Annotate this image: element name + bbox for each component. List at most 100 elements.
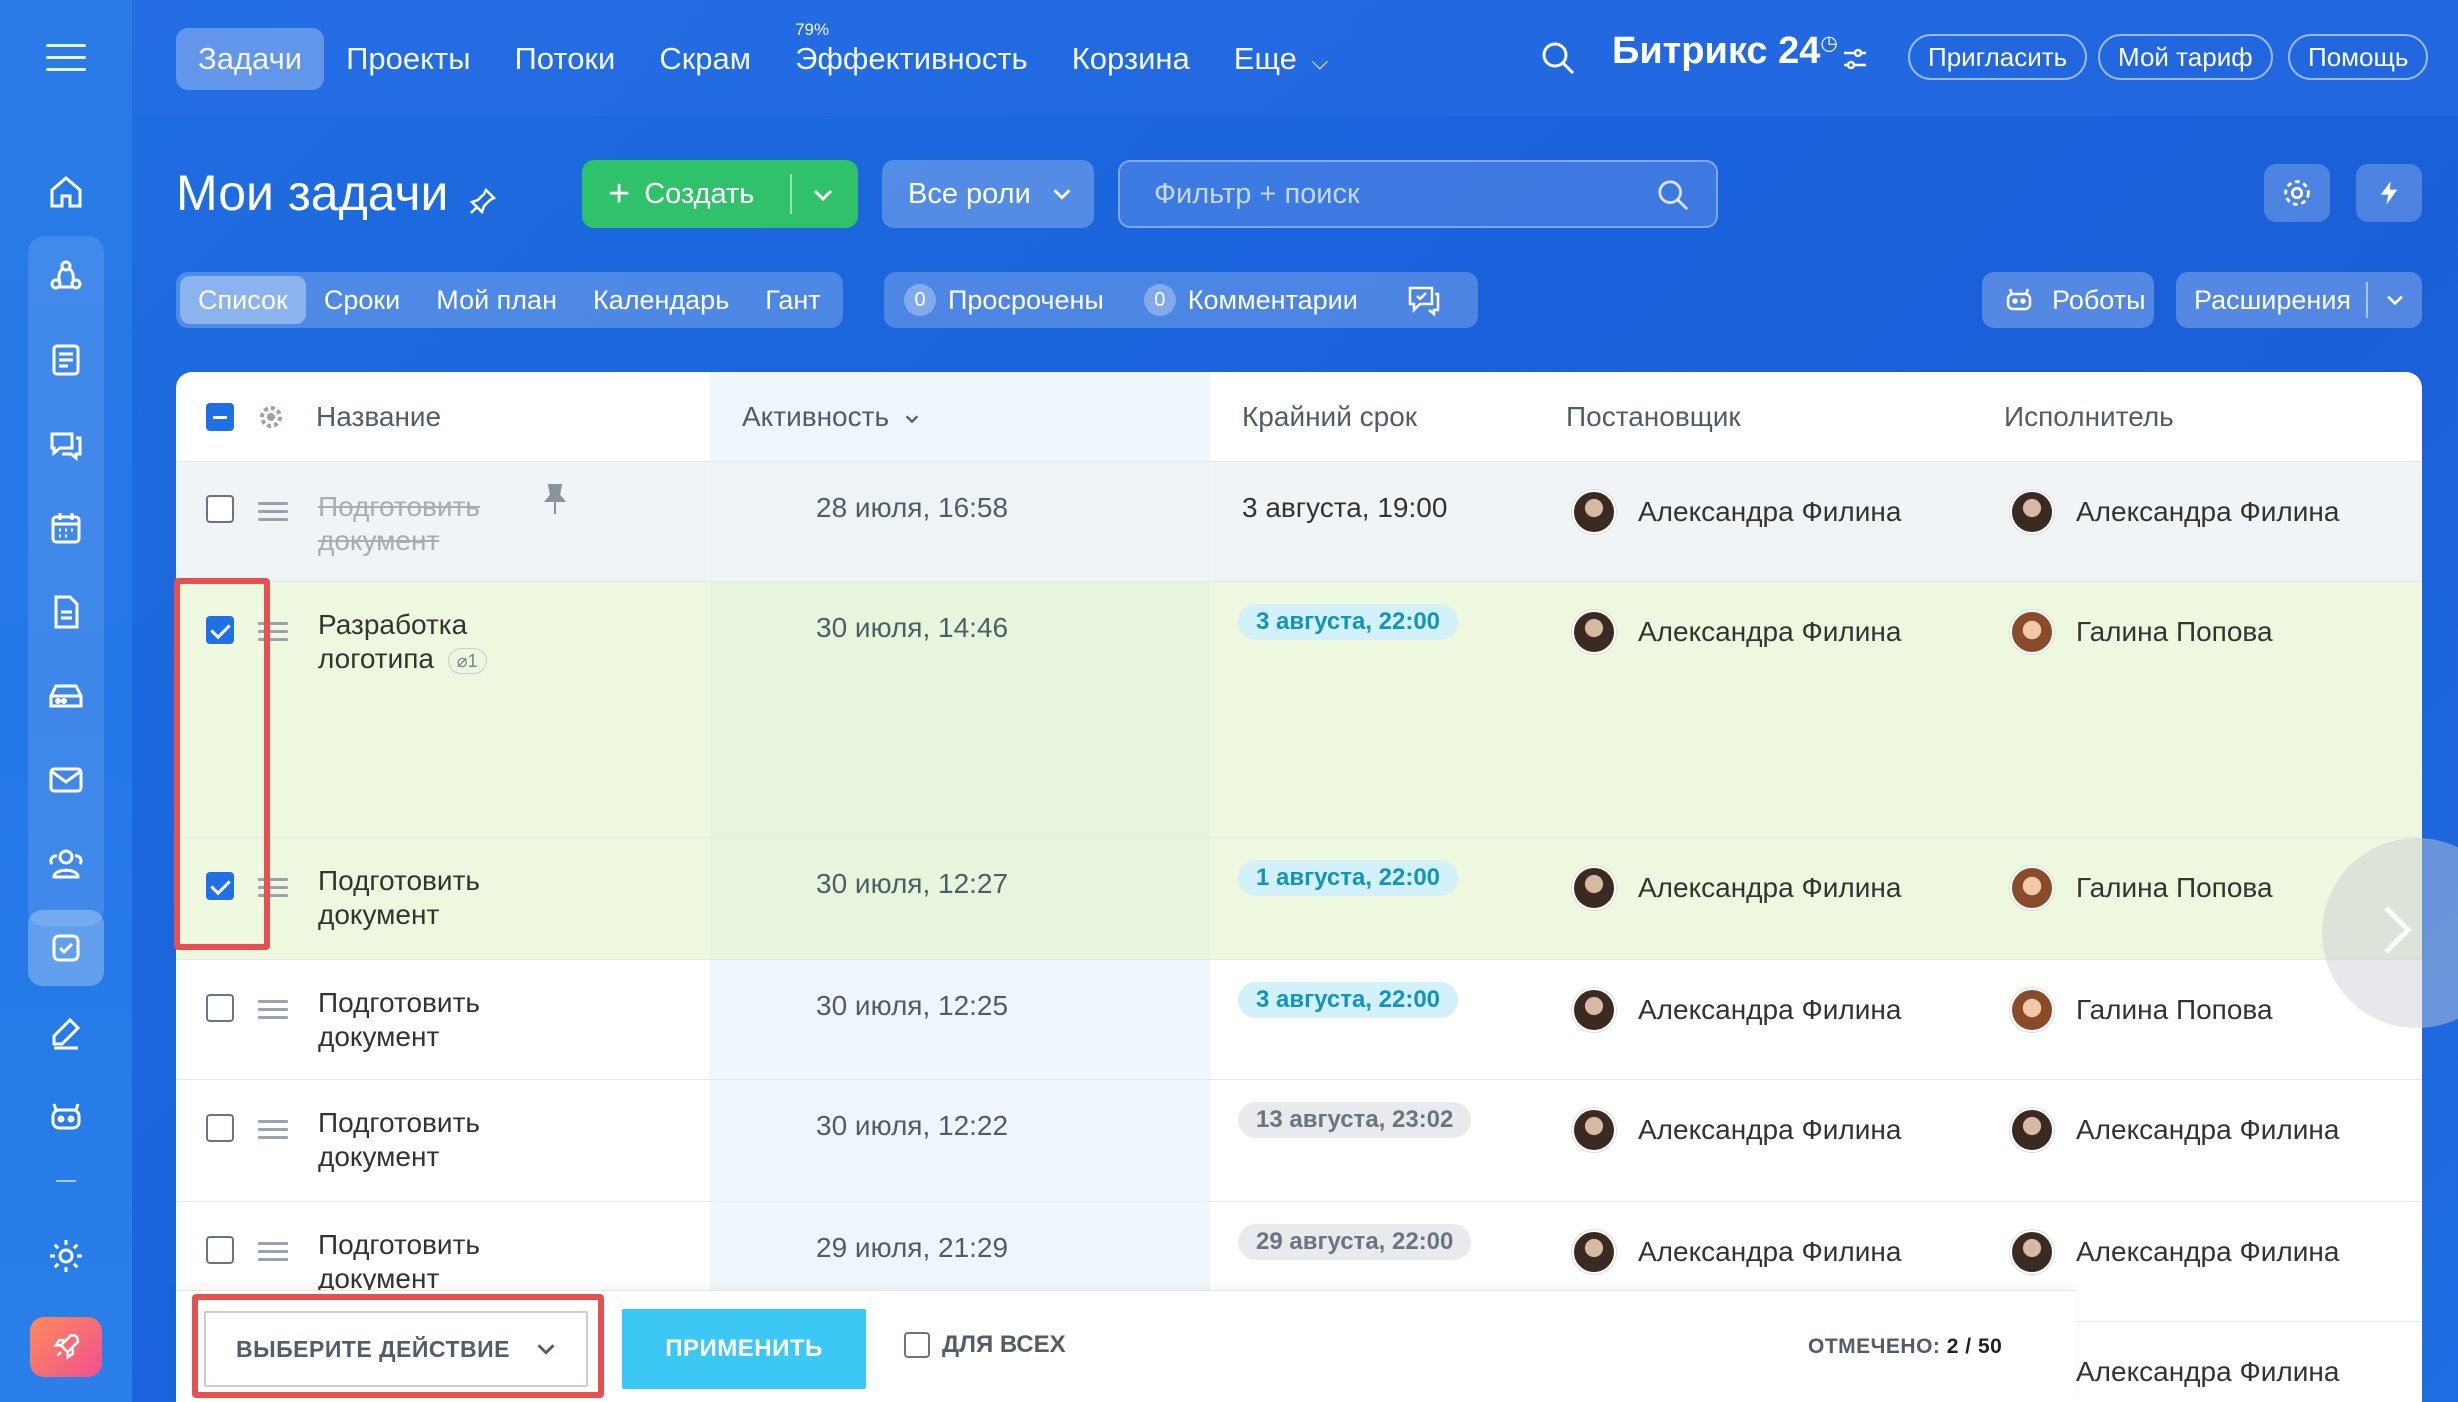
robots-button[interactable]: Роботы <box>1982 272 2154 328</box>
chevron-down-icon[interactable] <box>2382 287 2408 313</box>
tab-my-plan[interactable]: Мой план <box>418 276 575 324</box>
tab-calendar[interactable]: Календарь <box>575 276 747 324</box>
chat-icon[interactable] <box>28 406 104 482</box>
feed-icon[interactable] <box>28 322 104 398</box>
for-all-toggle[interactable]: ДЛЯ ВСЕХ <box>904 1331 1066 1359</box>
column-deadline[interactable]: Крайний срок <box>1242 372 1417 462</box>
task-name[interactable]: Подготовить документ <box>318 490 568 558</box>
document-icon[interactable] <box>28 574 104 650</box>
automation-button[interactable] <box>2356 164 2422 222</box>
task-creator[interactable]: Александра Филина <box>1572 610 1901 654</box>
menu-icon[interactable] <box>46 44 86 72</box>
task-assignee[interactable]: Александра Филина <box>2010 490 2339 534</box>
task-deadline[interactable]: 3 августа, 22:00 <box>1238 982 1459 1018</box>
help-button[interactable]: Помощь <box>2288 34 2429 80</box>
column-activity[interactable]: Активность <box>742 372 921 462</box>
drag-handle-icon[interactable] <box>258 1120 288 1140</box>
rocket-icon[interactable] <box>30 1317 102 1377</box>
task-deadline[interactable]: 1 августа, 22:00 <box>1238 860 1459 896</box>
invite-button[interactable]: Пригласить <box>1908 34 2088 80</box>
task-creator[interactable]: Александра Филина <box>1572 866 1901 910</box>
nav-trash[interactable]: Корзина <box>1050 28 1212 90</box>
select-all-checkbox[interactable] <box>206 403 234 431</box>
task-name[interactable]: Подготовить документ <box>318 864 568 932</box>
task-assignee[interactable]: Галина Попова <box>2010 988 2273 1032</box>
tasks-icon[interactable] <box>28 910 104 986</box>
task-assignee[interactable]: Александра Филина <box>2010 1230 2339 1274</box>
table-row[interactable]: Подготовить документ 28 июля, 16:58 3 ав… <box>176 462 2422 582</box>
contacts-icon[interactable] <box>28 826 104 902</box>
calendar-icon[interactable] <box>28 490 104 566</box>
search-icon[interactable] <box>1540 40 1576 76</box>
task-deadline[interactable]: 3 августа, 22:00 <box>1238 604 1459 640</box>
task-name[interactable]: Разработка логотипа ⌀1 <box>318 608 568 676</box>
pin-icon[interactable] <box>468 186 498 216</box>
task-activity: 28 июля, 16:58 <box>816 492 1009 523</box>
extensions-button[interactable]: Расширения <box>2176 272 2422 328</box>
tab-gantt[interactable]: Гант <box>747 276 838 324</box>
for-all-checkbox[interactable] <box>904 1332 930 1358</box>
nav-projects[interactable]: Проекты <box>324 28 492 90</box>
settings-icon[interactable] <box>28 1218 104 1294</box>
task-name[interactable]: Подготовить документ <box>318 1106 568 1174</box>
nav-efficiency[interactable]: 79% Эффективность <box>773 20 1050 90</box>
row-checkbox[interactable] <box>206 495 234 523</box>
pin-icon[interactable] <box>540 482 570 516</box>
left-sidebar <box>0 0 132 1402</box>
brand-name: Битрикс 24 <box>1612 30 1821 72</box>
read-all-icon[interactable] <box>1406 282 1442 318</box>
create-button[interactable]: + Создать <box>582 160 858 228</box>
flow-icon[interactable] <box>28 238 104 314</box>
search-icon[interactable] <box>1656 178 1690 212</box>
gear-icon[interactable] <box>256 402 286 432</box>
drag-handle-icon[interactable] <box>258 1242 288 1262</box>
row-checkbox[interactable] <box>206 1114 234 1142</box>
table-row[interactable]: Подготовить документ 30 июля, 12:22 13 а… <box>176 1080 2422 1202</box>
nav-scrum[interactable]: Скрам <box>637 28 773 90</box>
task-assignee[interactable]: Галина Попова <box>2010 866 2273 910</box>
drag-handle-icon[interactable] <box>258 1000 288 1020</box>
nav-tasks[interactable]: Задачи <box>176 28 325 90</box>
task-assignee[interactable]: Александра Филина <box>2010 1108 2339 1152</box>
task-creator[interactable]: Александра Филина <box>1572 988 1901 1032</box>
counter-comments[interactable]: 0 Комментарии <box>1143 284 1358 316</box>
column-assignee[interactable]: Исполнитель <box>2004 372 2174 462</box>
tariff-button[interactable]: Мой тариф <box>2098 34 2273 80</box>
settings-button[interactable] <box>2264 164 2330 222</box>
drag-handle-icon[interactable] <box>258 502 288 522</box>
home-icon[interactable] <box>28 154 104 230</box>
task-assignee[interactable]: Галина Попова <box>2010 610 2273 654</box>
row-checkbox[interactable] <box>206 994 234 1022</box>
nav-more[interactable]: Еще ⌵ <box>1212 28 1350 90</box>
task-creator[interactable]: Александра Филина <box>1572 490 1901 534</box>
chevron-right-icon <box>2384 906 2412 954</box>
table-row[interactable]: Подготовить документ 30 июля, 12:25 3 ав… <box>176 960 2422 1080</box>
task-name[interactable]: Подготовить документ <box>318 1228 568 1296</box>
robot-icon[interactable] <box>28 1078 104 1154</box>
roles-dropdown[interactable]: Все роли <box>882 160 1094 228</box>
mail-icon[interactable] <box>28 742 104 818</box>
sign-icon[interactable] <box>28 994 104 1070</box>
attachment-badge[interactable]: ⌀1 <box>447 647 487 674</box>
task-creator[interactable]: Александра Филина <box>1572 1230 1901 1274</box>
task-creator[interactable]: Александра Филина <box>1572 1108 1901 1152</box>
tab-deadlines[interactable]: Сроки <box>306 276 418 324</box>
nav-flows[interactable]: Потоки <box>493 28 638 90</box>
table-row[interactable]: Разработка логотипа ⌀1 30 июля, 14:46 3 … <box>176 582 2422 838</box>
row-checkbox[interactable] <box>206 1236 234 1264</box>
sliders-icon[interactable] <box>1840 44 1870 74</box>
storage-icon[interactable] <box>28 658 104 734</box>
task-deadline[interactable]: 13 августа, 23:02 <box>1238 1102 1472 1138</box>
task-deadline[interactable]: 29 августа, 22:00 <box>1238 1224 1472 1260</box>
filter-search-input[interactable]: Фильтр + поиск <box>1118 160 1718 228</box>
table-row[interactable]: Подготовить документ 30 июля, 12:27 1 ав… <box>176 838 2422 960</box>
task-deadline[interactable]: 3 августа, 19:00 <box>1242 492 1447 524</box>
tab-list[interactable]: Список <box>180 276 306 324</box>
chevron-down-icon[interactable] <box>808 174 838 214</box>
action-select-highlight <box>192 1294 604 1398</box>
counter-overdue[interactable]: 0 Просрочены <box>904 284 1104 316</box>
apply-button[interactable]: ПРИМЕНИТЬ <box>622 1309 866 1389</box>
column-name[interactable]: Название <box>316 372 441 462</box>
task-name[interactable]: Подготовить документ <box>318 986 568 1054</box>
column-creator[interactable]: Постановщик <box>1566 372 1741 462</box>
